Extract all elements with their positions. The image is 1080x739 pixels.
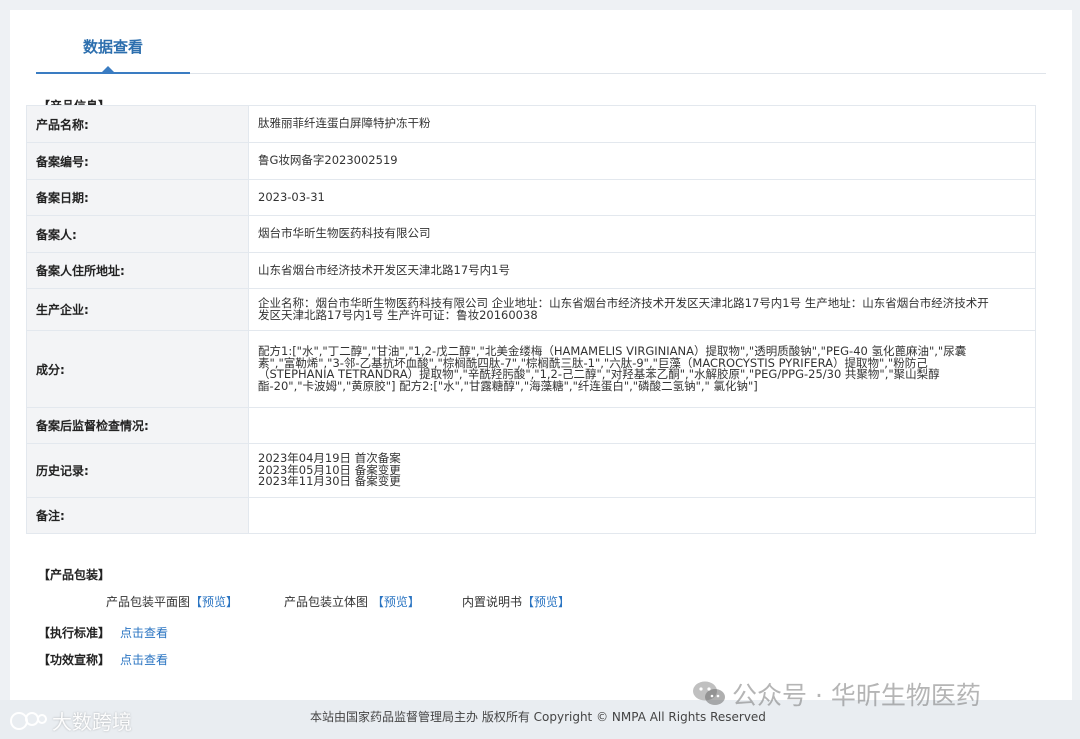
- row-key: 历史记录:: [26, 443, 249, 498]
- caret-up-icon: [102, 66, 114, 72]
- watermark-right: 公众号 · 华昕生物医药: [692, 676, 981, 712]
- row-key: 备案编号:: [26, 142, 249, 180]
- watermark-right-text: 公众号 · 华昕生物医药: [732, 681, 981, 710]
- row-key: 备案日期:: [26, 179, 249, 216]
- table-row: 备案编号: 鲁G妆网备字2023002519: [26, 142, 1036, 180]
- packaging-item: 产品包装平面图【预览】: [106, 593, 238, 610]
- watermark-left: 大数跨境: [8, 706, 132, 735]
- row-value: 肽雅丽菲纤连蛋白屏障特护冻干粉: [248, 105, 1036, 143]
- efficacy-row: 【功效宣称】 点击查看: [38, 651, 168, 668]
- packaging-label: 产品包装平面图: [106, 595, 191, 609]
- row-value: 鲁G妆网备字2023002519: [248, 142, 1036, 180]
- table-row: 备案人: 烟台市华昕生物医药科技有限公司: [26, 215, 1036, 253]
- packaging-item: 产品包装立体图 【预览】: [284, 593, 420, 610]
- tab-label: 数据查看: [82, 38, 143, 56]
- table-row: 历史记录: 2023年04月19日 首次备案 2023年05月10日 备案变更 …: [26, 443, 1036, 498]
- table-row: 备注:: [26, 497, 1036, 534]
- preview-link[interactable]: 【预览】: [522, 595, 570, 609]
- tab-bar: 数据查看: [36, 10, 1046, 74]
- table-row: 备案后监督检查情况:: [26, 407, 1036, 444]
- standard-link[interactable]: 点击查看: [120, 626, 168, 640]
- history-entry: 2023年11月30日 备案变更: [258, 474, 401, 489]
- table-row: 成分: 配方1:["水","丁二醇","甘油","1,2-戊二醇","北美金缕梅…: [26, 330, 1036, 408]
- packaging-item: 内置说明书【预览】: [462, 593, 570, 610]
- row-key: 备案人:: [26, 215, 249, 253]
- table-row: 生产企业: 企业名称：烟台市华昕生物医药科技有限公司 企业地址：山东省烟台市经济…: [26, 288, 1036, 331]
- row-value: 烟台市华昕生物医药科技有限公司: [248, 215, 1036, 253]
- row-value: 配方1:["水","丁二醇","甘油","1,2-戊二醇","北美金缕梅（HAM…: [248, 330, 1036, 408]
- table-row: 备案人住所地址: 山东省烟台市经济技术开发区天津北路17号内1号: [26, 252, 1036, 289]
- row-key: 备案后监督检查情况:: [26, 407, 249, 444]
- row-key: 备案人住所地址:: [26, 252, 249, 289]
- wechat-icon: [693, 681, 725, 705]
- watermark-left-text: 大数跨境: [52, 710, 132, 734]
- tab-data-view[interactable]: 数据查看: [36, 10, 190, 74]
- history-cell: 2023年04月19日 首次备案 2023年05月10日 备案变更 2023年1…: [248, 443, 1036, 498]
- row-value: [248, 407, 1036, 444]
- row-value: 企业名称：烟台市华昕生物医药科技有限公司 企业地址：山东省烟台市经济技术开发区天…: [248, 288, 1036, 331]
- standard-label: 【执行标准】: [38, 626, 111, 640]
- row-key: 成分:: [26, 330, 249, 408]
- table-row: 产品名称: 肽雅丽菲纤连蛋白屏障特护冻干粉: [26, 105, 1036, 143]
- packaging-label: 产品包装立体图: [284, 595, 372, 609]
- row-key: 备注:: [26, 497, 249, 534]
- standard-row: 【执行标准】 点击查看: [38, 624, 168, 641]
- preview-link[interactable]: 【预览】: [372, 595, 420, 609]
- preview-link[interactable]: 【预览】: [190, 595, 238, 609]
- row-value: 2023-03-31: [248, 179, 1036, 216]
- table-row: 备案日期: 2023-03-31: [26, 179, 1036, 216]
- efficacy-label: 【功效宣称】: [38, 653, 111, 667]
- packaging-title: 【产品包装】: [38, 568, 111, 582]
- row-value: [248, 497, 1036, 534]
- row-value: 山东省烟台市经济技术开发区天津北路17号内1号: [248, 252, 1036, 289]
- product-info-table: 产品名称: 肽雅丽菲纤连蛋白屏障特护冻干粉 备案编号: 鲁G妆网备字202300…: [26, 105, 1036, 534]
- row-key: 生产企业:: [26, 288, 249, 331]
- efficacy-link[interactable]: 点击查看: [120, 653, 168, 667]
- logo-icon: [10, 711, 47, 730]
- row-key: 产品名称:: [26, 105, 249, 143]
- packaging-label: 内置说明书: [462, 595, 523, 609]
